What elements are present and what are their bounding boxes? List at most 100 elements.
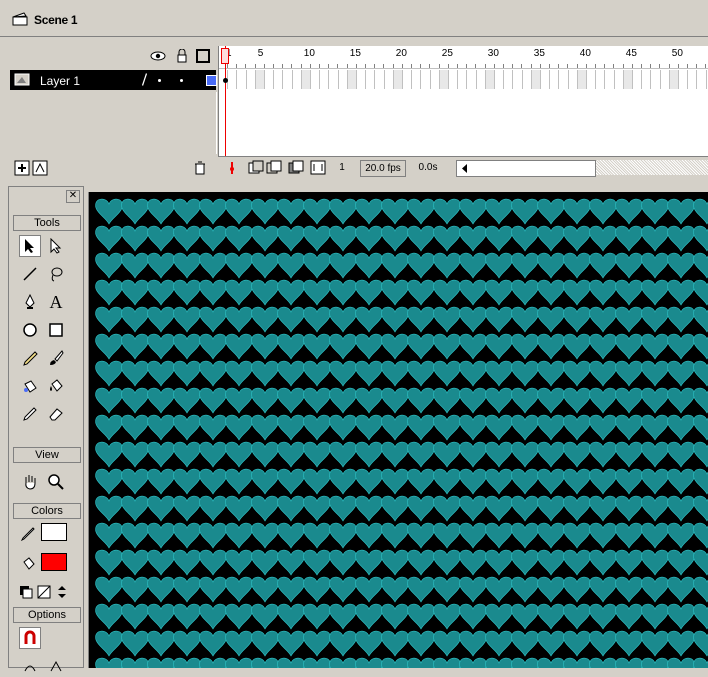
frame-cell[interactable] <box>605 70 615 89</box>
frame-cell[interactable] <box>485 70 495 89</box>
frame-cell[interactable] <box>247 70 256 89</box>
frame-cell[interactable] <box>688 70 698 89</box>
frame-cell[interactable] <box>513 70 523 89</box>
rectangle-tool[interactable] <box>45 319 67 341</box>
frame-cell[interactable] <box>523 70 532 89</box>
delete-layer-icon[interactable] <box>192 160 208 176</box>
add-layer-icon[interactable] <box>14 160 30 176</box>
frame-cell[interactable] <box>669 70 679 89</box>
arrow-tool[interactable] <box>19 235 41 257</box>
frame-cell[interactable] <box>569 70 578 89</box>
frame-ruler[interactable]: 15101520253035404550 <box>219 46 708 69</box>
paint-bucket-tool[interactable] <box>45 375 67 397</box>
outline-icon[interactable] <box>196 49 210 63</box>
frame-cell[interactable] <box>265 70 275 89</box>
frame-rate[interactable]: 20.0 fps <box>360 160 406 177</box>
smooth-option[interactable] <box>19 655 41 677</box>
frame-cell[interactable] <box>477 70 486 89</box>
snap-to-objects-option[interactable] <box>19 627 41 649</box>
frame-cell[interactable] <box>357 70 367 89</box>
frame-cell[interactable] <box>320 70 330 89</box>
fill-color-swatch[interactable] <box>41 553 67 571</box>
no-color-icon[interactable] <box>37 585 51 599</box>
lock-icon[interactable] <box>176 49 188 63</box>
outline-color-box[interactable] <box>206 75 217 86</box>
frame-cell[interactable] <box>651 70 661 89</box>
edit-multiple-frames-icon[interactable] <box>288 160 304 175</box>
frame-cell[interactable] <box>366 70 376 89</box>
frame-cell[interactable] <box>449 70 459 89</box>
eraser-tool[interactable] <box>45 403 67 425</box>
frame-cell[interactable] <box>661 70 670 89</box>
frame-cell[interactable] <box>431 70 440 89</box>
frame-cell[interactable] <box>697 70 707 89</box>
ink-bottle-tool[interactable] <box>19 375 41 397</box>
frame-cell[interactable] <box>255 70 265 89</box>
frame-cell[interactable] <box>347 70 357 89</box>
frame-cell[interactable] <box>283 70 293 89</box>
playhead-handle[interactable] <box>221 48 229 64</box>
scroll-track[interactable] <box>596 160 708 175</box>
frame-area[interactable]: 15101520253035404550 <box>218 46 708 156</box>
frames-row[interactable] <box>219 70 708 90</box>
pen-tool[interactable] <box>19 291 41 313</box>
frame-cell[interactable] <box>329 70 339 89</box>
frame-cell[interactable] <box>393 70 403 89</box>
scroll-left-icon[interactable] <box>459 162 471 175</box>
hand-tool[interactable] <box>19 471 41 493</box>
subselect-tool[interactable] <box>45 235 67 257</box>
text-tool[interactable]: A <box>45 291 67 313</box>
frame-cell[interactable] <box>541 70 551 89</box>
onion-skin-outlines-icon[interactable] <box>266 160 282 175</box>
frame-cell[interactable] <box>504 70 514 89</box>
frame-cell[interactable] <box>623 70 633 89</box>
frame-cell[interactable] <box>439 70 449 89</box>
frame-cell[interactable] <box>577 70 587 89</box>
add-guide-layer-icon[interactable] <box>32 160 48 176</box>
zoom-tool[interactable] <box>45 471 67 493</box>
frame-cell[interactable] <box>311 70 321 89</box>
lasso-tool[interactable] <box>45 263 67 285</box>
frame-cell[interactable] <box>339 70 348 89</box>
eye-icon[interactable] <box>150 49 166 63</box>
layer-name[interactable]: Layer 1 <box>40 74 80 88</box>
frame-cell[interactable] <box>531 70 541 89</box>
stage-canvas[interactable] <box>88 192 708 668</box>
swap-colors-icon[interactable] <box>55 585 69 599</box>
keyframe-dot[interactable] <box>223 78 228 83</box>
frame-cell[interactable] <box>458 70 468 89</box>
visibility-dot[interactable] <box>158 79 161 82</box>
frame-cell[interactable] <box>421 70 431 89</box>
line-tool[interactable] <box>19 263 41 285</box>
frame-cell[interactable] <box>237 70 247 89</box>
oval-tool[interactable] <box>19 319 41 341</box>
straighten-option[interactable] <box>45 655 67 677</box>
frame-cell[interactable] <box>293 70 302 89</box>
close-panel-button[interactable]: ✕ <box>66 190 80 203</box>
frame-cell[interactable] <box>550 70 560 89</box>
frame-cell[interactable] <box>587 70 597 89</box>
frame-cell[interactable] <box>385 70 394 89</box>
frame-cell[interactable] <box>559 70 569 89</box>
frame-cell[interactable] <box>412 70 422 89</box>
center-frame-icon[interactable] <box>226 161 238 175</box>
frame-cell[interactable] <box>403 70 413 89</box>
frame-cell[interactable] <box>301 70 311 89</box>
onion-skin-icon[interactable] <box>248 160 264 175</box>
brush-tool[interactable] <box>45 347 67 369</box>
frame-cell[interactable] <box>679 70 689 89</box>
layer-row[interactable]: Layer 1 <box>10 70 217 90</box>
frame-cell[interactable] <box>495 70 505 89</box>
pencil-tool[interactable] <box>19 347 41 369</box>
frame-cell[interactable] <box>642 70 652 89</box>
eyedropper-tool[interactable] <box>19 403 41 425</box>
frame-cell[interactable] <box>274 70 284 89</box>
modify-onion-markers-icon[interactable] <box>310 160 326 175</box>
default-colors-icon[interactable] <box>19 585 33 599</box>
frame-cell[interactable] <box>228 70 238 89</box>
timeline-scrollbar[interactable] <box>456 160 596 177</box>
frame-cell[interactable] <box>467 70 477 89</box>
frame-cell[interactable] <box>375 70 385 89</box>
frame-cell[interactable] <box>596 70 606 89</box>
stroke-color-swatch[interactable] <box>41 523 67 541</box>
